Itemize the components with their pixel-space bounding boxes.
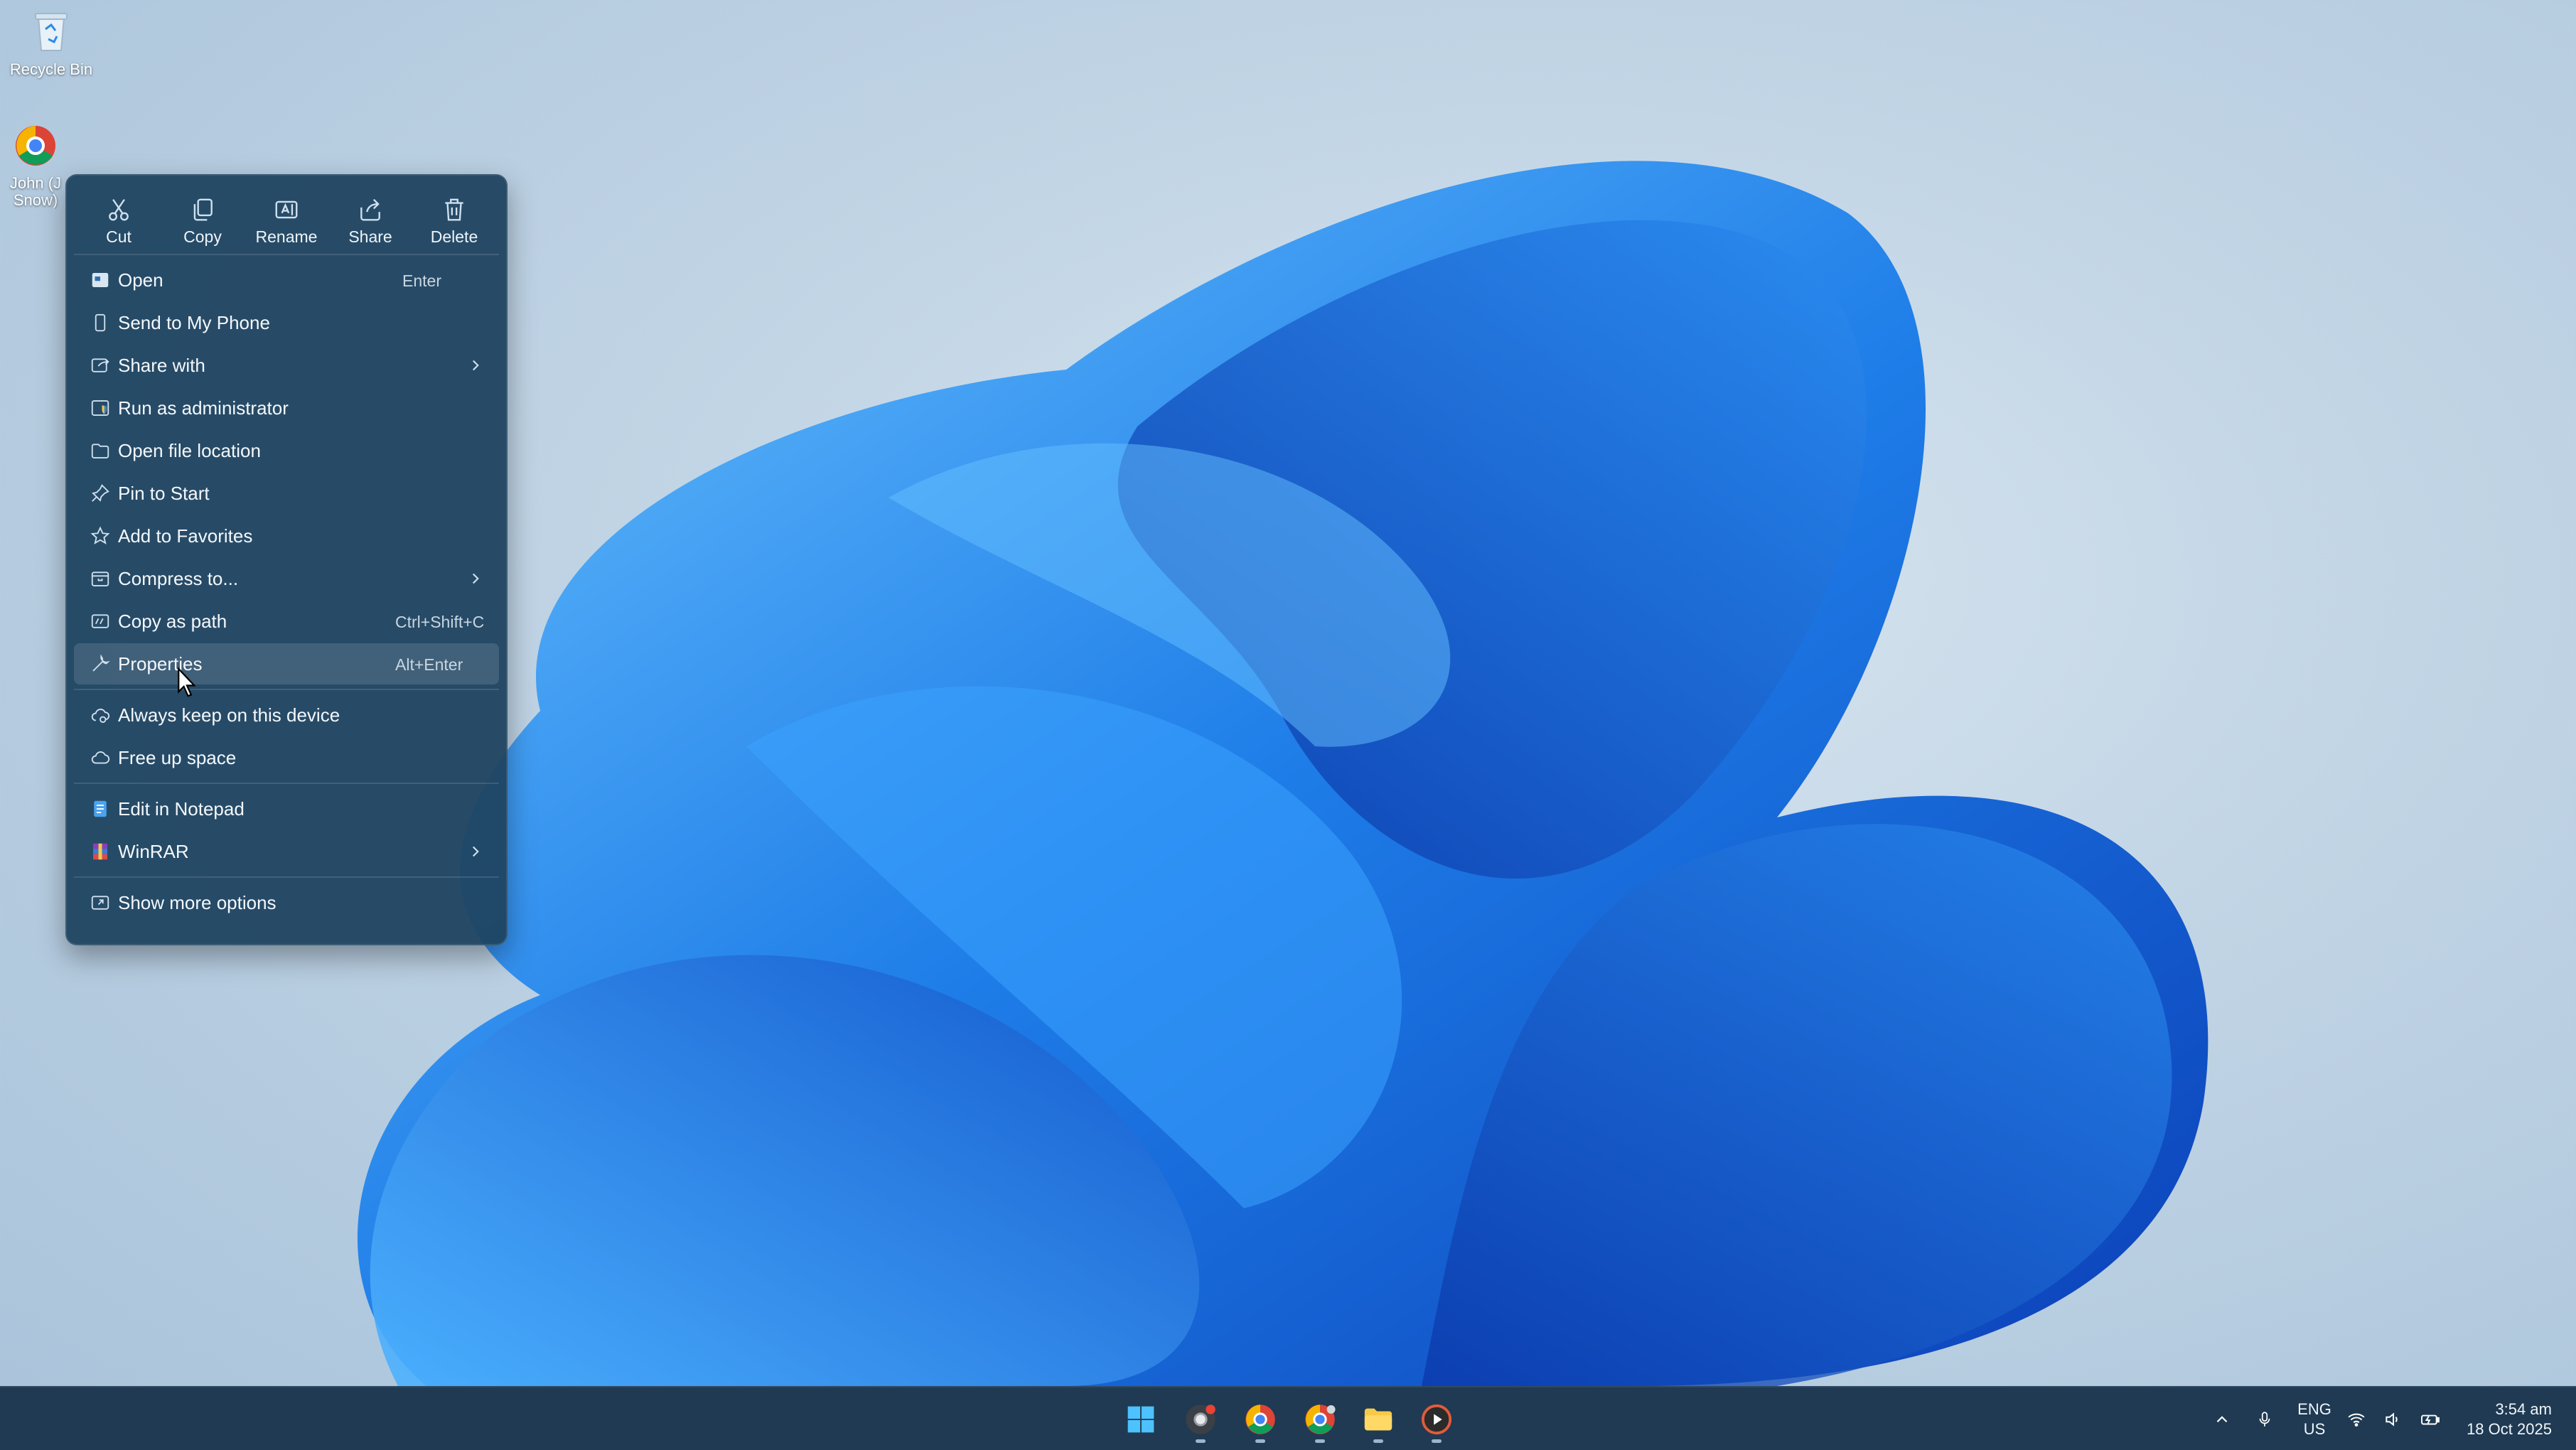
quick-action-bar: Cut Copy Rename Share Delete: [67, 176, 506, 249]
archive-icon: [91, 571, 109, 586]
volume-icon: [2386, 1412, 2398, 1427]
media-player-icon: [1421, 1404, 1452, 1435]
chrome-icon: [1245, 1405, 1275, 1434]
chevron-right-icon: [472, 360, 479, 371]
running-indicator: [1315, 1439, 1325, 1443]
running-indicator: [1373, 1439, 1383, 1443]
menu-item-always-keep[interactable]: Always keep on this device: [74, 694, 499, 736]
delete-button[interactable]: Delete: [412, 187, 496, 255]
clock-date: 18 Oct 2025: [2467, 1420, 2552, 1438]
language-indicator[interactable]: ENG US: [2293, 1387, 2336, 1450]
running-indicator: [1432, 1439, 1442, 1443]
wifi-icon: [2348, 1413, 2365, 1427]
file-explorer-icon: [1364, 1408, 1392, 1431]
cut-button[interactable]: Cut: [77, 187, 161, 255]
menu-item-open[interactable]: Open Enter: [74, 259, 499, 301]
menu-item-edit-in-notepad[interactable]: Edit in Notepad: [74, 788, 499, 829]
cloud-sync-icon: [91, 709, 110, 723]
chevron-right-icon: [472, 573, 479, 584]
folder-icon: [91, 444, 109, 458]
menu-item-compress-to[interactable]: Compress to...: [74, 558, 499, 599]
mouse-cursor-icon: [178, 667, 196, 697]
rename-button[interactable]: Rename: [245, 187, 328, 255]
phone-icon: [95, 313, 106, 332]
menu-item-show-more-options[interactable]: Show more options: [74, 882, 499, 923]
context-menu: Cut Copy Rename Share Delete Open Enter …: [65, 174, 508, 945]
taskbar-app-chrome[interactable]: [1238, 1397, 1282, 1443]
menu-item-share-with[interactable]: Share with: [74, 345, 499, 386]
battery-icon: [2421, 1414, 2440, 1425]
desktop-icon-label: John (J Snow): [9, 174, 62, 209]
separator: [74, 783, 499, 784]
taskbar-app-chrome-badge[interactable]: [1179, 1397, 1223, 1443]
clock-time: 3:54 am: [2495, 1400, 2552, 1418]
start-button[interactable]: [1119, 1397, 1163, 1441]
scissors-icon: [109, 198, 129, 220]
separator: [74, 876, 499, 878]
shortcut-label: Enter: [402, 272, 441, 290]
share-icon: [360, 198, 380, 220]
cloud-icon: [91, 751, 110, 764]
desktop-icon-label: Recycle Bin: [9, 60, 93, 78]
separator: [74, 689, 499, 690]
show-hidden-icons-button[interactable]: [2206, 1387, 2238, 1450]
running-indicator: [1196, 1439, 1206, 1443]
menu-item-pin-to-start[interactable]: Pin to Start: [74, 473, 499, 514]
menu-item-winrar[interactable]: WinRAR: [74, 831, 499, 872]
quick-settings-button[interactable]: [2346, 1387, 2442, 1450]
shortcut-label: Ctrl+Shift+C: [395, 613, 485, 631]
taskbar-app-media-player[interactable]: [1415, 1397, 1459, 1443]
share-button[interactable]: Share: [328, 187, 412, 255]
path-icon: [91, 614, 109, 628]
taskbar-app-chrome-profile[interactable]: [1298, 1397, 1342, 1443]
menu-item-send-to-phone[interactable]: Send to My Phone: [74, 302, 499, 343]
more-options-icon: [91, 896, 109, 910]
menu-item-run-as-admin[interactable]: Run as administrator: [74, 387, 499, 429]
microphone-button[interactable]: [2249, 1387, 2280, 1450]
microphone-icon: [2259, 1412, 2270, 1427]
copy-icon: [193, 198, 213, 220]
desktop-icon-recycle-bin[interactable]: Recycle Bin: [1, 7, 101, 78]
chrome-profile-icon: [11, 121, 60, 171]
rename-icon: [275, 200, 298, 218]
wrench-icon: [92, 654, 110, 672]
menu-item-copy-as-path[interactable]: Copy as path Ctrl+Shift+C: [74, 601, 499, 642]
chrome-badge-icon: [1186, 1405, 1215, 1434]
running-indicator: [1255, 1439, 1265, 1443]
star-icon: [90, 526, 110, 544]
recycle-bin-icon: [26, 7, 76, 57]
trash-icon: [445, 198, 463, 220]
share-with-icon: [91, 358, 109, 372]
clock[interactable]: 3:54 am 18 Oct 2025: [2452, 1387, 2566, 1450]
copy-button[interactable]: Copy: [161, 187, 245, 255]
taskbar: ENG US 3:54 am 18 Oct 2025: [0, 1386, 2576, 1450]
menu-item-properties[interactable]: Properties Alt+Enter: [74, 643, 499, 684]
menu-item-add-to-favorites[interactable]: Add to Favorites: [74, 515, 499, 557]
winrar-icon: [93, 843, 107, 860]
desktop-icon-shortcut[interactable]: John (J Snow): [0, 121, 71, 209]
shield-icon: [91, 400, 109, 416]
notepad-icon: [94, 800, 107, 817]
taskbar-app-file-explorer[interactable]: [1356, 1397, 1400, 1443]
menu-item-open-file-location[interactable]: Open file location: [74, 430, 499, 471]
chrome-profile-icon: [1305, 1405, 1336, 1434]
menu-item-free-up-space[interactable]: Free up space: [74, 737, 499, 778]
chevron-up-icon: [2216, 1416, 2228, 1423]
chevron-right-icon: [472, 846, 479, 857]
open-icon: [92, 273, 109, 287]
shortcut-label: Alt+Enter: [395, 655, 463, 674]
pin-icon: [92, 484, 109, 502]
windows-start-icon: [1127, 1406, 1154, 1433]
